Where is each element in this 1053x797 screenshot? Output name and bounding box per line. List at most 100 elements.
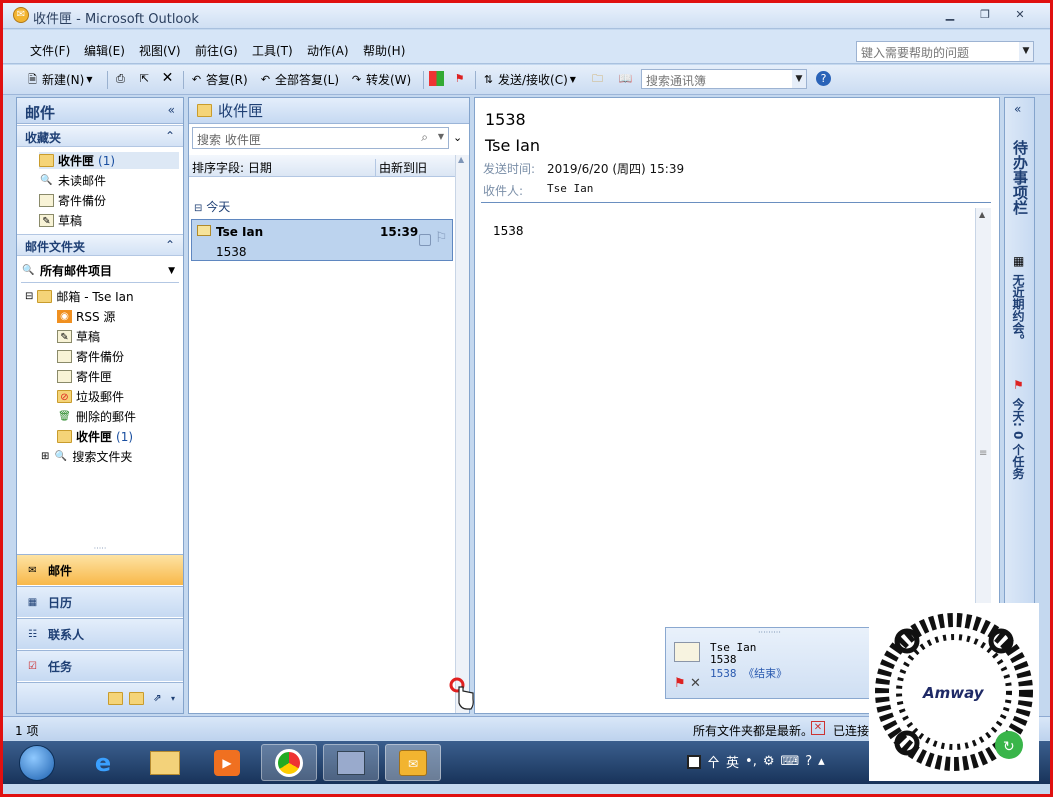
notes-icon[interactable]: [107, 691, 123, 705]
search-inbox-placeholder: 搜索 收件匣: [197, 133, 261, 147]
tray-expand-icon[interactable]: ▴: [818, 754, 825, 769]
collapse-group-icon[interactable]: ⊟: [194, 203, 202, 214]
category-icon[interactable]: [419, 234, 431, 246]
taskbar-control-panel[interactable]: [323, 744, 379, 781]
search-folders-node[interactable]: ⊞ 🔍 搜索文件夹: [41, 448, 132, 465]
delete-button[interactable]: ✕: [160, 71, 175, 86]
favorite-sent-label: 寄件備份: [58, 194, 107, 208]
ime-language[interactable]: 英: [726, 752, 739, 771]
folder-rss[interactable]: ◉ RSS 源: [57, 308, 115, 325]
group-header-today[interactable]: ⊟ 今天: [194, 198, 230, 215]
scroll-up-icon[interactable]: ▲: [458, 155, 464, 164]
favorite-inbox[interactable]: 收件匣 (1): [39, 152, 179, 169]
expand-tree-icon[interactable]: ⊞: [41, 451, 49, 462]
search-inbox-input[interactable]: 搜索 收件匣 ⌕ ▼: [192, 127, 449, 149]
taskbar-chrome[interactable]: [261, 744, 317, 781]
folder-outbox[interactable]: 寄件匣: [57, 368, 112, 385]
help-search-input[interactable]: 键入需要帮助的问题 ▼: [856, 41, 1034, 62]
minimize-button[interactable]: ▁: [941, 7, 959, 23]
folder-inbox[interactable]: 收件匣 (1): [57, 428, 133, 445]
menu-file[interactable]: 文件(F): [30, 42, 70, 59]
settings-icon[interactable]: ⚙: [763, 754, 775, 769]
favorite-sent[interactable]: 寄件備份: [39, 192, 106, 209]
message-row[interactable]: Tse Ian 15:39 1538 ⚐: [191, 219, 453, 261]
menu-go[interactable]: 前往(G): [195, 42, 238, 59]
collapse-icon[interactable]: «: [168, 103, 175, 117]
folder-drafts[interactable]: ✎ 草稿: [57, 328, 100, 345]
mailbox-node[interactable]: ⊟ 邮箱 - Tse Ian: [25, 288, 134, 305]
chevron-down-icon[interactable]: ▼: [438, 132, 444, 141]
envelope-icon: [674, 642, 700, 662]
categorize-button[interactable]: [429, 71, 444, 86]
favorite-unread[interactable]: 🔍 未读邮件: [39, 172, 106, 189]
chevron-down-icon[interactable]: ▼: [792, 70, 806, 88]
follow-up-button[interactable]: ⚑: [452, 71, 467, 86]
new-button[interactable]: 🗎 新建(N) ▼: [25, 71, 92, 88]
reply-all-button[interactable]: ↶ 全部答复(L): [258, 71, 339, 88]
menu-tools[interactable]: 工具(T): [252, 42, 293, 59]
shortcuts-icon[interactable]: ⇗: [150, 692, 165, 705]
keyboard-icon[interactable]: ⌨: [781, 754, 800, 769]
taskbar-media-player[interactable]: ▶: [199, 744, 255, 781]
folder-junk[interactable]: ⊘ 垃圾郵件: [57, 388, 124, 405]
ie-icon: e: [94, 748, 112, 777]
favorites-header[interactable]: 收藏夹 ⌃: [17, 125, 183, 147]
favorite-drafts[interactable]: ✎ 草稿: [39, 212, 82, 229]
taskbar-ie[interactable]: e: [75, 744, 131, 781]
search-icon[interactable]: ⌕: [421, 130, 428, 145]
expand-icon[interactable]: «: [1014, 102, 1021, 116]
mail-folders-header[interactable]: 邮件文件夹 ⌃: [17, 234, 183, 256]
chevron-up-icon[interactable]: ⌃: [165, 129, 175, 143]
all-mail-items-dropdown[interactable]: 🔍 所有邮件项目 ▼: [21, 262, 179, 283]
chevron-down-icon[interactable]: ▼: [1019, 42, 1033, 61]
ime-icon[interactable]: [687, 754, 701, 769]
nav-button-tasks[interactable]: ☑ 任务: [17, 650, 183, 681]
close-button[interactable]: ✕: [1011, 7, 1029, 23]
start-button[interactable]: [19, 745, 55, 781]
menu-actions[interactable]: 动作(A): [307, 42, 349, 59]
sort-order[interactable]: 由新到旧: [375, 159, 427, 176]
connection-icon[interactable]: ✕: [811, 721, 825, 735]
nav-button-contacts[interactable]: ☷ 联系人: [17, 618, 183, 649]
collapse-tree-icon[interactable]: ⊟: [25, 291, 33, 302]
reply-button[interactable]: ↶ 答复(R): [189, 71, 248, 88]
nav-button-mail[interactable]: ✉ 邮件: [17, 554, 183, 585]
new-mail-alert[interactable]: ········· Tse Ian 1538 1538 《结束》 ⚑ ✕: [665, 627, 871, 699]
maximize-button[interactable]: ❐: [976, 7, 994, 23]
scroll-thumb-grip[interactable]: ≡: [979, 448, 987, 459]
flag-icon[interactable]: ⚑: [674, 676, 686, 691]
find-button[interactable]: 🗀: [590, 71, 605, 86]
address-book-button[interactable]: 📖: [618, 71, 633, 86]
help-icon[interactable]: ?: [805, 754, 812, 769]
taskbar-explorer[interactable]: [137, 744, 193, 781]
folder-sent[interactable]: 寄件備份: [57, 348, 124, 365]
reading-from[interactable]: Tse Ian: [485, 136, 540, 155]
menu-help[interactable]: 帮助(H): [363, 42, 405, 59]
move-button[interactable]: ⇱: [137, 71, 152, 86]
sort-bar[interactable]: 排序字段: 日期 由新到旧: [189, 155, 455, 177]
send-receive-button[interactable]: ⇅ 发送/接收(C) ▼: [481, 71, 576, 88]
forward-button[interactable]: ↷ 转发(W): [349, 71, 411, 88]
scroll-up-icon[interactable]: ▲: [979, 210, 985, 219]
menu-view[interactable]: 视图(V): [139, 42, 181, 59]
flag-outline-icon[interactable]: ⚐: [435, 230, 448, 246]
print-button[interactable]: ⎙: [113, 71, 128, 86]
sort-field[interactable]: 排序字段: 日期: [192, 159, 272, 176]
menu-edit[interactable]: 编辑(E): [84, 42, 125, 59]
chevron-down-icon[interactable]: ▾: [171, 694, 175, 703]
message-list-scrollbar[interactable]: ▲: [455, 155, 469, 713]
expand-query-icon[interactable]: ⌄: [453, 131, 462, 144]
nav-button-calendar[interactable]: ▦ 日历: [17, 586, 183, 617]
alert-grip[interactable]: ·········: [758, 628, 781, 637]
folder-deleted[interactable]: 🗑 刪除的郵件: [57, 408, 136, 425]
ime-mode-icon[interactable]: 㐃: [707, 752, 720, 771]
taskbar-outlook[interactable]: ✉: [385, 744, 441, 781]
folder-list-icon[interactable]: [128, 691, 144, 705]
help-button[interactable]: ?: [816, 71, 831, 86]
chevron-up-icon[interactable]: ⌃: [165, 238, 175, 252]
pane-splitter[interactable]: ·····: [17, 545, 183, 554]
search-contacts-input[interactable]: 搜索通讯簿 ▼: [641, 69, 807, 89]
punctuation-icon[interactable]: •,: [745, 754, 757, 769]
to-value[interactable]: Tse Ian: [547, 182, 593, 195]
delete-icon[interactable]: ✕: [690, 676, 701, 691]
